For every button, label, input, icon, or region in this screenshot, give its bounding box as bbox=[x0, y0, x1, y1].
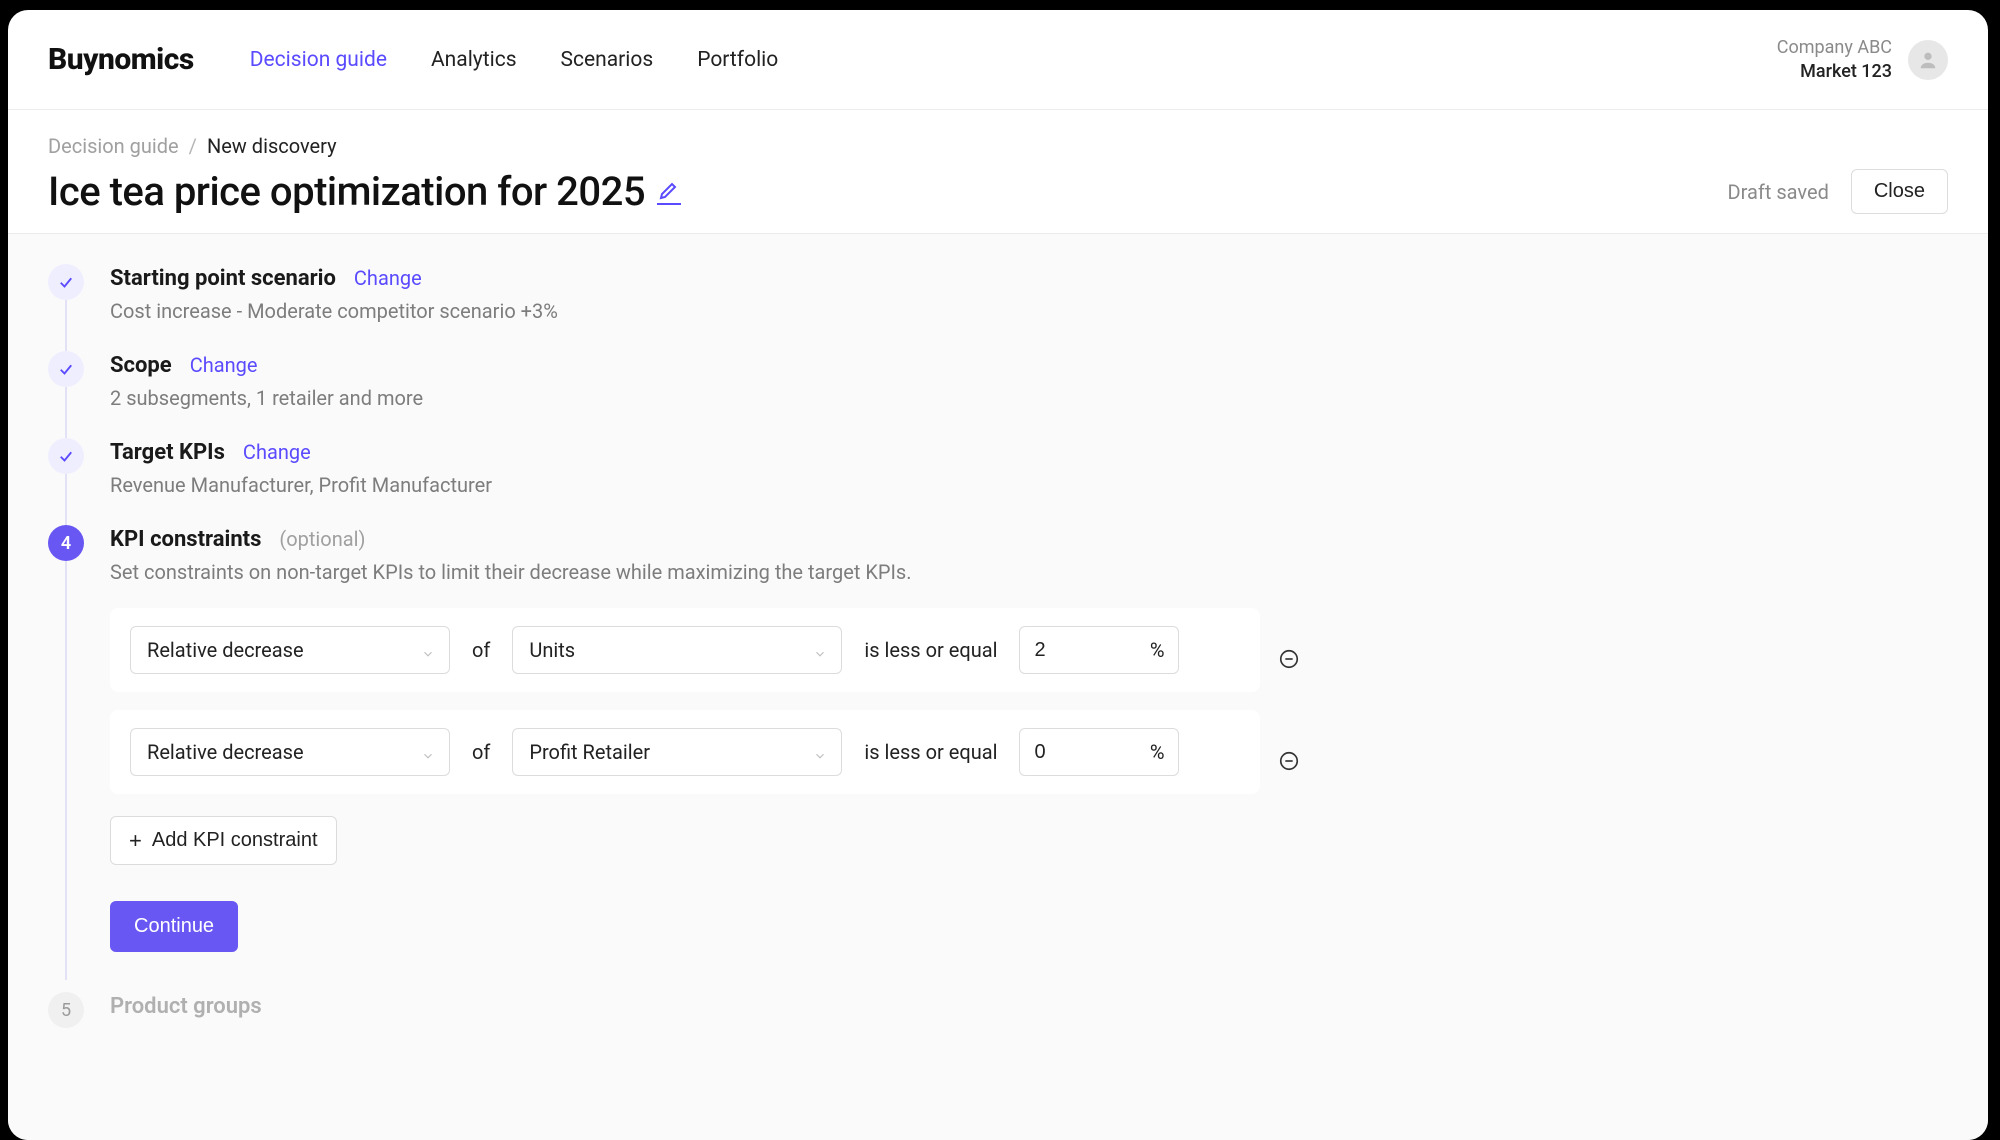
brand-logo: Buynomics bbox=[48, 42, 194, 77]
step-badge-upcoming: 5 bbox=[48, 992, 84, 1028]
comparator-label: is less or equal bbox=[864, 638, 997, 662]
step-target-kpis: Target KPIs Change Revenue Manufacturer,… bbox=[48, 438, 1948, 497]
page-title: Ice tea price optimization for 2025 bbox=[48, 168, 681, 215]
add-constraint-button[interactable]: + Add KPI constraint bbox=[110, 816, 337, 865]
metric-select[interactable]: Relative decrease bbox=[130, 728, 450, 776]
kpi-select[interactable]: Units bbox=[512, 626, 842, 674]
main-nav: Decision guide Analytics Scenarios Portf… bbox=[250, 48, 779, 72]
chevron-down-icon bbox=[813, 744, 829, 760]
constraint-row: Relative decrease of Units is less or eq… bbox=[110, 608, 1260, 692]
remove-constraint-button[interactable] bbox=[1276, 646, 1302, 672]
step-kpi-constraints: 4 KPI constraints (optional) Set constra… bbox=[48, 525, 1948, 952]
kpi-select-value: Profit Retailer bbox=[529, 740, 650, 764]
metric-select-value: Relative decrease bbox=[147, 740, 304, 764]
kpi-select-value: Units bbox=[529, 638, 575, 662]
step-summary: Cost increase - Moderate competitor scen… bbox=[110, 299, 1948, 323]
comparator-label: is less or equal bbox=[864, 740, 997, 764]
change-link[interactable]: Change bbox=[190, 353, 258, 377]
step-connector bbox=[65, 387, 67, 438]
avatar[interactable] bbox=[1908, 40, 1948, 80]
minus-circle-icon bbox=[1278, 648, 1300, 670]
account-switcher[interactable]: Company ABC Market 123 bbox=[1777, 36, 1948, 83]
step-starting-point: Starting point scenario Change Cost incr… bbox=[48, 264, 1948, 323]
continue-button[interactable]: Continue bbox=[110, 901, 238, 952]
value-unit: % bbox=[1150, 638, 1165, 662]
step-connector bbox=[65, 300, 67, 351]
account-market: Market 123 bbox=[1777, 60, 1892, 83]
plus-icon: + bbox=[129, 830, 142, 852]
nav-decision-guide[interactable]: Decision guide bbox=[250, 48, 387, 72]
step-title: Product groups bbox=[110, 994, 262, 1019]
value-input-wrapper: % bbox=[1019, 626, 1179, 674]
metric-select-value: Relative decrease bbox=[147, 638, 304, 662]
app-window: Buynomics Decision guide Analytics Scena… bbox=[8, 10, 1988, 1140]
step-connector bbox=[65, 474, 67, 525]
topbar: Buynomics Decision guide Analytics Scena… bbox=[8, 10, 1988, 110]
breadcrumb: Decision guide / New discovery bbox=[48, 134, 1948, 158]
step-list: Starting point scenario Change Cost incr… bbox=[48, 264, 1948, 1028]
minus-circle-icon bbox=[1278, 750, 1300, 772]
step-title: Target KPIs bbox=[110, 440, 225, 465]
value-input[interactable] bbox=[1034, 741, 1141, 764]
step-optional-tag: (optional) bbox=[279, 527, 365, 551]
breadcrumb-separator: / bbox=[189, 134, 197, 158]
step-summary: 2 subsegments, 1 retailer and more bbox=[110, 386, 1948, 410]
step-badge-done bbox=[48, 438, 84, 474]
step-title: KPI constraints bbox=[110, 527, 261, 552]
chevron-down-icon bbox=[421, 642, 437, 658]
check-icon bbox=[57, 273, 75, 291]
account-text: Company ABC Market 123 bbox=[1777, 36, 1892, 83]
check-icon bbox=[57, 360, 75, 378]
step-badge-done bbox=[48, 351, 84, 387]
step-title: Scope bbox=[110, 353, 172, 378]
nav-scenarios[interactable]: Scenarios bbox=[561, 48, 654, 72]
breadcrumb-root[interactable]: Decision guide bbox=[48, 134, 179, 158]
of-label: of bbox=[472, 740, 490, 764]
chevron-down-icon bbox=[421, 744, 437, 760]
value-input-wrapper: % bbox=[1019, 728, 1179, 776]
step-connector bbox=[65, 561, 67, 980]
kpi-select[interactable]: Profit Retailer bbox=[512, 728, 842, 776]
page-title-text: Ice tea price optimization for 2025 bbox=[48, 168, 645, 215]
user-icon bbox=[1917, 49, 1939, 71]
nav-analytics[interactable]: Analytics bbox=[431, 48, 517, 72]
step-product-groups: 5 Product groups bbox=[48, 992, 1948, 1028]
metric-select[interactable]: Relative decrease bbox=[130, 626, 450, 674]
pencil-icon bbox=[657, 178, 681, 202]
close-button[interactable]: Close bbox=[1851, 169, 1948, 214]
subheader: Decision guide / New discovery Ice tea p… bbox=[8, 110, 1988, 234]
step-badge-active: 4 bbox=[48, 525, 84, 561]
step-description: Set constraints on non-target KPIs to li… bbox=[110, 560, 1948, 584]
change-link[interactable]: Change bbox=[354, 266, 422, 290]
step-summary: Revenue Manufacturer, Profit Manufacture… bbox=[110, 473, 1948, 497]
step-badge-done bbox=[48, 264, 84, 300]
check-icon bbox=[57, 447, 75, 465]
add-constraint-label: Add KPI constraint bbox=[152, 829, 318, 852]
nav-portfolio[interactable]: Portfolio bbox=[697, 48, 778, 72]
of-label: of bbox=[472, 638, 490, 662]
constraint-row: Relative decrease of Profit Retailer is … bbox=[110, 710, 1260, 794]
account-company: Company ABC bbox=[1777, 36, 1892, 59]
step-title: Starting point scenario bbox=[110, 266, 336, 291]
step-scope: Scope Change 2 subsegments, 1 retailer a… bbox=[48, 351, 1948, 410]
edit-title-button[interactable] bbox=[657, 178, 681, 205]
breadcrumb-current: New discovery bbox=[207, 134, 337, 158]
value-input[interactable] bbox=[1034, 639, 1141, 662]
draft-status: Draft saved bbox=[1728, 180, 1829, 204]
value-unit: % bbox=[1150, 740, 1165, 764]
change-link[interactable]: Change bbox=[243, 440, 311, 464]
remove-constraint-button[interactable] bbox=[1276, 748, 1302, 774]
content: Starting point scenario Change Cost incr… bbox=[8, 234, 1988, 1140]
chevron-down-icon bbox=[813, 642, 829, 658]
